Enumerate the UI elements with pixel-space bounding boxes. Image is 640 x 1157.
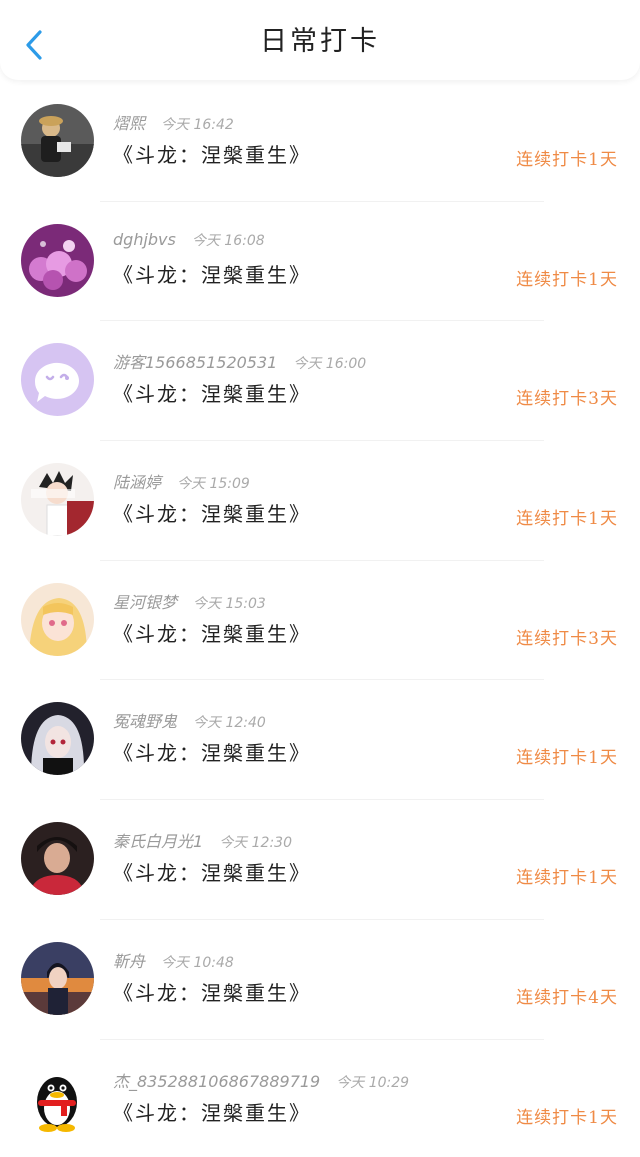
top-bar: 日常打卡	[0, 0, 640, 80]
avatar[interactable]	[21, 702, 94, 776]
checkin-time: 今天 16:00	[293, 356, 367, 373]
back-arrow-icon[interactable]	[20, 24, 50, 64]
avatar[interactable]	[21, 343, 94, 417]
checkin-time: 今天 15:03	[193, 595, 266, 612]
checkin-time: 今天 16:08	[191, 232, 265, 249]
list-item[interactable]: dghjbvs 今天 16:08 《斗龙：涅槃重生》 连续打卡1天	[0, 202, 640, 322]
list-item[interactable]: 杰_835288106867889719 今天 10:29 《斗龙：涅槃重生》 连…	[0, 1040, 640, 1157]
avatar[interactable]	[21, 223, 94, 297]
game-title: 《斗龙：涅槃重生》	[113, 741, 311, 766]
avatar[interactable]	[21, 941, 94, 1015]
streak-label: 连续打卡1天	[516, 269, 618, 290]
user-name[interactable]: 星河银梦	[113, 589, 177, 613]
user-name[interactable]: 靳舟	[113, 948, 145, 972]
list-item[interactable]: 靳舟 今天 10:48 《斗龙：涅槃重生》 连续打卡4天	[0, 920, 640, 1040]
game-title: 《斗龙：涅槃重生》	[113, 621, 311, 646]
avatar[interactable]	[21, 1061, 94, 1135]
checkin-time: 今天 12:40	[193, 715, 266, 732]
avatar[interactable]	[21, 463, 94, 537]
user-name[interactable]: 熠熙	[113, 110, 145, 134]
streak-label: 连续打卡1天	[516, 748, 618, 769]
game-title: 《斗龙：涅槃重生》	[113, 143, 311, 167]
list-item[interactable]: 熠熙 今天 16:42 《斗龙：涅槃重生》 连续打卡1天	[0, 82, 640, 202]
checkin-time: 今天 16:42	[161, 117, 234, 133]
user-name[interactable]: 游客1566851520531	[113, 349, 277, 373]
checkin-time: 今天 12:30	[219, 835, 292, 852]
game-title: 《斗龙：涅槃重生》	[113, 502, 311, 527]
streak-label: 连续打卡3天	[516, 628, 618, 649]
list-item[interactable]: 冤魂野鬼 今天 12:40 《斗龙：涅槃重生》 连续打卡1天	[0, 680, 640, 800]
checkin-time: 今天 15:09	[177, 476, 250, 493]
checkin-list: 熠熙 今天 16:42 《斗龙：涅槃重生》 连续打卡1天 dghjbvs 今天 16…	[0, 82, 640, 1157]
user-name[interactable]: 秦氏白月光1	[113, 828, 203, 852]
list-item[interactable]: 秦氏白月光1 今天 12:30 《斗龙：涅槃重生》 连续打卡1天	[0, 800, 640, 920]
game-title: 《斗龙：涅槃重生》	[113, 1100, 311, 1125]
game-title: 《斗龙：涅槃重生》	[113, 980, 311, 1005]
streak-label: 连续打卡1天	[516, 1107, 618, 1128]
user-name[interactable]: 陆涵婷	[113, 469, 161, 493]
avatar[interactable]	[21, 104, 94, 177]
list-item[interactable]: 陆涵婷 今天 15:09 《斗龙：涅槃重生》 连续打卡1天	[0, 441, 640, 561]
streak-label: 连续打卡1天	[516, 868, 618, 889]
game-title: 《斗龙：涅槃重生》	[113, 382, 311, 407]
user-name[interactable]: 冤魂野鬼	[113, 708, 177, 732]
game-title: 《斗龙：涅槃重生》	[113, 861, 311, 886]
streak-label: 连续打卡4天	[516, 987, 618, 1008]
user-name[interactable]: dghjbvs	[113, 230, 176, 249]
avatar[interactable]	[21, 822, 94, 896]
streak-label: 连续打卡1天	[516, 150, 618, 170]
game-title: 《斗龙：涅槃重生》	[113, 262, 311, 287]
checkin-time: 今天 10:29	[336, 1074, 410, 1091]
page-title: 日常打卡	[260, 25, 380, 57]
avatar[interactable]	[21, 582, 94, 656]
list-item[interactable]: 游客1566851520531 今天 16:00 《斗龙：涅槃重生》 连续打卡3天	[0, 321, 640, 441]
user-name[interactable]: 杰_835288106867889719	[113, 1068, 320, 1092]
streak-label: 连续打卡1天	[516, 509, 618, 530]
streak-label: 连续打卡3天	[516, 389, 618, 410]
checkin-time: 今天 10:48	[161, 954, 234, 971]
list-item[interactable]: 星河银梦 今天 15:03 《斗龙：涅槃重生》 连续打卡3天	[0, 561, 640, 681]
